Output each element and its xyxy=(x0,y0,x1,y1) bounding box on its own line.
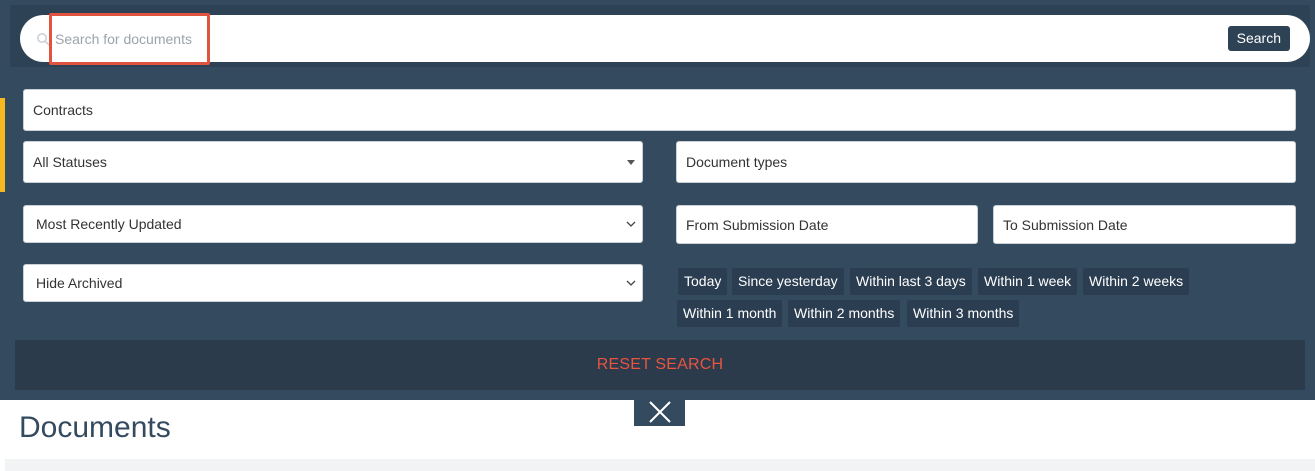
caret-down-icon xyxy=(627,159,635,165)
quick-date-1-month[interactable]: Within 1 month xyxy=(677,300,783,327)
from-submission-date[interactable]: From Submission Date xyxy=(676,205,978,244)
search-bar-container: Search xyxy=(10,5,1310,67)
quick-date-3-months[interactable]: Within 3 months xyxy=(907,300,1020,327)
from-date-label: From Submission Date xyxy=(686,216,829,233)
quick-date-2-weeks[interactable]: Within 2 weeks xyxy=(1083,268,1190,295)
status-select-value: All Statuses xyxy=(33,154,107,170)
search-bar: Search xyxy=(20,15,1310,62)
page-title: Documents xyxy=(19,411,171,444)
quick-date-today[interactable]: Today xyxy=(678,268,728,295)
quick-date-2-months[interactable]: Within 2 months xyxy=(788,300,901,327)
app: Search Contracts All Statuses Document t… xyxy=(0,0,1315,471)
search-panel: Search Contracts All Statuses Document t… xyxy=(5,0,1315,400)
contracts-field-label: Contracts xyxy=(33,102,93,118)
to-submission-date[interactable]: To Submission Date xyxy=(993,205,1296,244)
quick-date-1-week[interactable]: Within 1 week xyxy=(978,268,1078,295)
chevron-down-icon xyxy=(626,280,636,286)
archived-select-value: Hide Archived xyxy=(36,275,123,291)
chevron-down-icon xyxy=(626,221,636,227)
search-icon xyxy=(37,33,50,46)
close-search-panel-button[interactable] xyxy=(634,398,685,426)
archived-select[interactable]: Hide Archived xyxy=(23,264,643,302)
search-input[interactable] xyxy=(55,26,1205,52)
sort-select[interactable]: Most Recently Updated xyxy=(23,205,643,243)
status-select[interactable]: All Statuses xyxy=(23,141,643,183)
quick-date-last-3-days[interactable]: Within last 3 days xyxy=(850,268,972,295)
reset-search-button[interactable]: RESET SEARCH xyxy=(15,340,1305,390)
document-types-field[interactable]: Document types xyxy=(676,141,1296,183)
document-types-label: Document types xyxy=(686,154,788,170)
to-date-label: To Submission Date xyxy=(1003,216,1128,233)
sort-select-value: Most Recently Updated xyxy=(36,216,182,232)
content-top-strip xyxy=(5,459,1315,471)
quick-date-since-yesterday[interactable]: Since yesterday xyxy=(732,268,844,295)
reset-search-label: RESET SEARCH xyxy=(596,356,724,373)
close-icon xyxy=(648,401,671,423)
search-button[interactable]: Search xyxy=(1227,26,1290,51)
contracts-field[interactable]: Contracts xyxy=(23,89,1296,131)
